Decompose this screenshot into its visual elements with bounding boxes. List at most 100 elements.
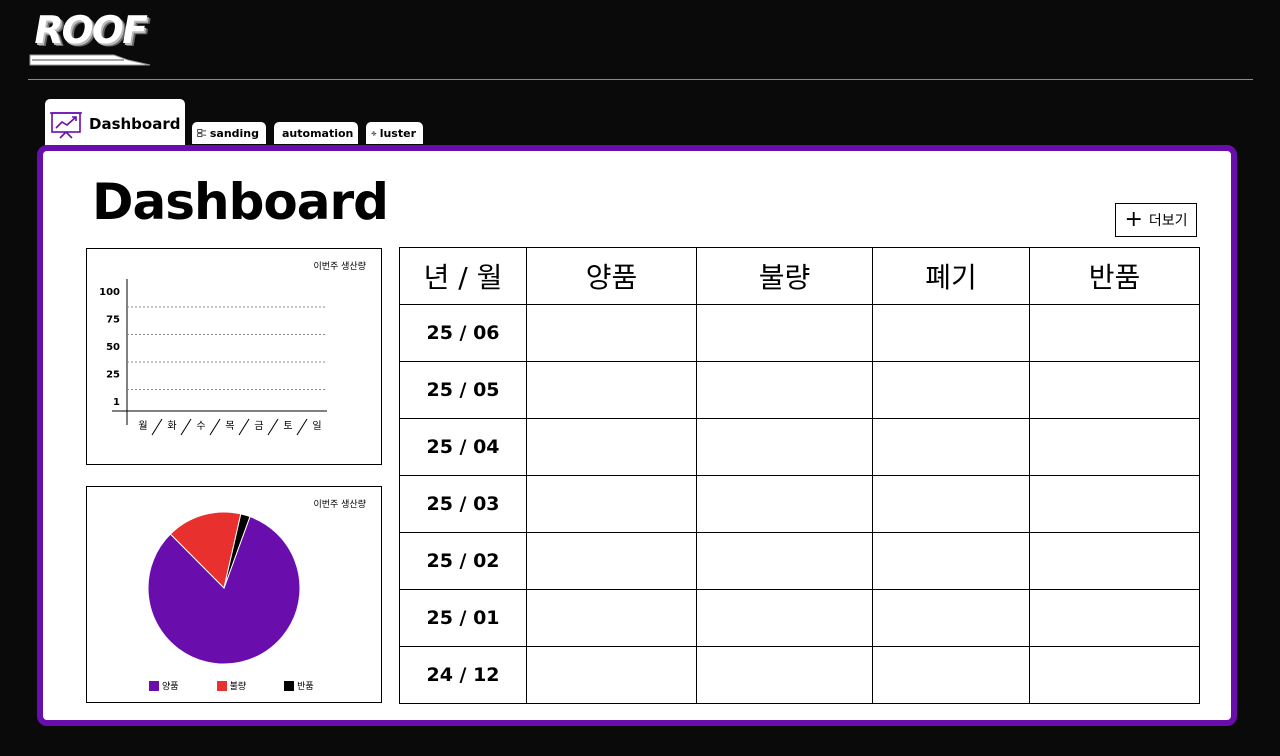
tab-luster[interactable]: luster xyxy=(366,122,423,144)
period-cell: 25 / 01 xyxy=(399,589,527,647)
x-tick-label: 월 xyxy=(138,420,147,432)
period-cell: 25 / 02 xyxy=(399,532,527,590)
x-tick-label: 토 xyxy=(283,421,292,432)
y-tick-label: 1 xyxy=(113,397,120,408)
weekly-production-line-chart: 100 75 50 25 1 월 화 수 목 금 토 일 이번주 생산량 xyxy=(86,248,382,465)
table-row: 25 / 02 xyxy=(399,532,1200,590)
legend-label: 반품 xyxy=(297,682,314,692)
tab-sanding-label: sanding xyxy=(209,126,259,140)
period-cell: 25 / 06 xyxy=(399,304,527,362)
return-cell xyxy=(1029,418,1200,476)
table-row: 25 / 01 xyxy=(399,589,1200,647)
legend-label: 양품 xyxy=(162,682,179,692)
x-tick-separator xyxy=(296,418,308,436)
return-cell xyxy=(1029,532,1200,590)
header-return: 반품 xyxy=(1029,247,1200,305)
sparkle-icon xyxy=(371,130,377,136)
legend-item-good: 양품 xyxy=(149,679,179,692)
defect-cell xyxy=(696,475,873,533)
presentation-chart-icon xyxy=(50,112,82,139)
x-tick-separator xyxy=(238,418,250,436)
y-tick-label: 50 xyxy=(106,342,120,353)
period-cell: 24 / 12 xyxy=(399,646,527,704)
defect-cell xyxy=(696,418,873,476)
y-tick-label: 25 xyxy=(106,370,120,381)
defect-cell xyxy=(696,361,873,419)
period-cell: 25 / 03 xyxy=(399,475,527,533)
x-tick-label: 수 xyxy=(196,420,205,432)
discard-cell xyxy=(872,532,1030,590)
legend-swatch xyxy=(284,680,295,691)
table-header-row: 년 / 월 양품 불량 폐기 반품 xyxy=(399,247,1200,305)
table-row: 25 / 04 xyxy=(399,418,1200,476)
header-good: 양품 xyxy=(526,247,697,305)
discard-cell xyxy=(872,304,1030,362)
tab-dashboard-label: Dashboard xyxy=(89,115,181,133)
tab-automation[interactable]: automation xyxy=(274,122,358,144)
line-chart-title: 이번주 생산량 xyxy=(313,262,366,272)
x-tick-label: 화 xyxy=(167,420,176,432)
discard-cell xyxy=(872,418,1030,476)
good-cell xyxy=(526,589,697,647)
good-cell xyxy=(526,361,697,419)
defect-cell xyxy=(696,304,873,362)
y-tick-label: 75 xyxy=(106,315,120,326)
legend-swatch xyxy=(149,680,159,691)
roof-logo[interactable]: ROOF xyxy=(28,8,152,70)
legend-swatch xyxy=(216,680,227,691)
logo-text: ROOF xyxy=(30,8,150,52)
more-button[interactable]: + 더보기 xyxy=(1115,203,1197,237)
x-tick-separator xyxy=(151,418,163,436)
period-cell: 25 / 04 xyxy=(399,418,527,476)
return-cell xyxy=(1029,304,1200,362)
good-cell xyxy=(526,475,697,533)
defect-cell xyxy=(696,646,873,704)
sanding-icon xyxy=(197,129,207,137)
period-cell: 25 / 05 xyxy=(399,361,527,419)
header-divider xyxy=(28,79,1253,80)
header-period: 년 / 월 xyxy=(399,247,527,305)
x-tick-label: 금 xyxy=(254,420,263,432)
table-row: 25 / 05 xyxy=(399,361,1200,419)
defect-cell xyxy=(696,589,873,647)
tab-luster-label: luster xyxy=(379,126,416,140)
monthly-quality-table: 년 / 월 양품 불량 폐기 반품 25 / 06 25 / 05 25 / 0… xyxy=(399,247,1200,704)
good-cell xyxy=(526,532,697,590)
return-cell xyxy=(1029,475,1200,533)
logo-base-graphic xyxy=(29,54,151,66)
table-row: 25 / 06 xyxy=(399,304,1200,362)
tab-dashboard[interactable]: Dashboard xyxy=(45,99,185,149)
x-tick-separator xyxy=(267,418,279,436)
header-defect: 불량 xyxy=(696,247,873,305)
discard-cell xyxy=(872,589,1030,647)
legend-label: 불량 xyxy=(229,682,247,692)
x-tick-label: 일 xyxy=(312,420,321,432)
good-cell xyxy=(526,646,697,704)
dashboard-panel: Dashboard + 더보기 100 75 50 25 1 월 화 수 목 금 토 일 이번주 생산… xyxy=(37,145,1237,726)
tab-sanding[interactable]: sanding xyxy=(192,122,266,144)
x-tick-label: 목 xyxy=(225,420,234,432)
y-tick-label: 100 xyxy=(99,287,120,298)
table-row: 24 / 12 xyxy=(399,646,1200,704)
pie-chart-svg xyxy=(147,511,301,665)
pie-chart-title: 이번주 생산량 xyxy=(313,500,366,510)
good-cell xyxy=(526,418,697,476)
x-tick-separator xyxy=(209,418,221,436)
pie-legend: 양품 불량 반품 xyxy=(149,679,352,692)
table-row: 25 / 03 xyxy=(399,475,1200,533)
x-tick-separator xyxy=(180,418,192,436)
line-chart-svg: 100 75 50 25 1 월 화 수 목 금 토 일 xyxy=(99,279,327,436)
legend-item-defect: 불량 xyxy=(216,679,247,692)
header-discard: 폐기 xyxy=(872,247,1030,305)
legend-item-return: 반품 xyxy=(284,679,314,692)
plus-icon: + xyxy=(1124,207,1143,232)
weekly-production-pie-chart: 이번주 생산량 양품 불량 반품 xyxy=(86,486,382,703)
discard-cell xyxy=(872,646,1030,704)
discard-cell xyxy=(872,475,1030,533)
page-title: Dashboard xyxy=(92,173,389,231)
more-button-label: 더보기 xyxy=(1148,213,1188,229)
return-cell xyxy=(1029,646,1200,704)
return-cell xyxy=(1029,361,1200,419)
discard-cell xyxy=(872,361,1030,419)
good-cell xyxy=(526,304,697,362)
